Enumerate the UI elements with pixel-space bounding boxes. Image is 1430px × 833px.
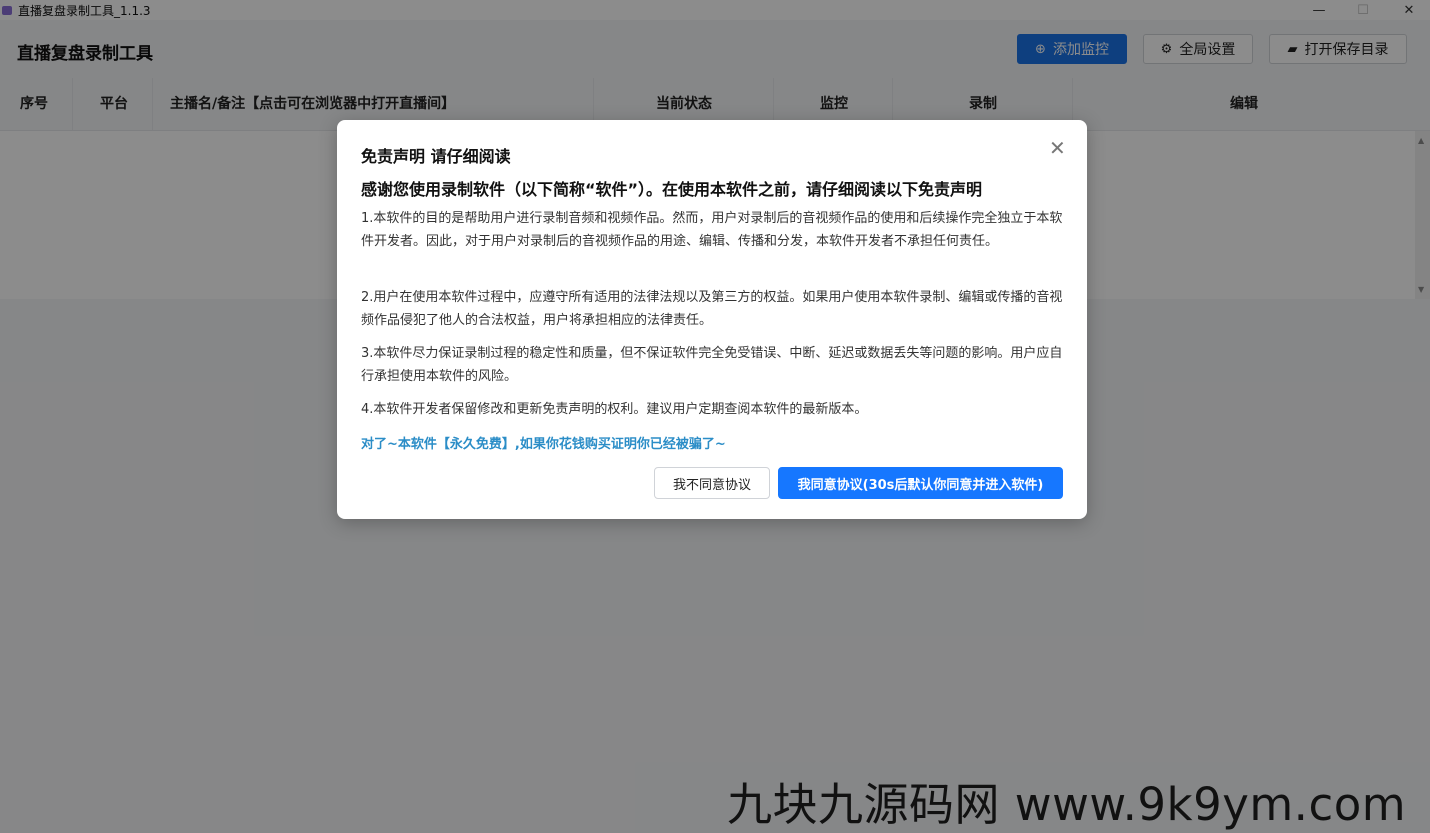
watermark-text: 九块九源码网 www.9k9ym.com: [727, 778, 1407, 831]
free-software-note: 对了~本软件【永久免费】,如果你花钱购买证明你已经被骗了~: [361, 437, 726, 452]
agree-button[interactable]: 我同意协议(30s后默认你同意并进入软件): [778, 467, 1063, 499]
disclaimer-dialog: ✕ 免责声明 请仔细阅读 感谢您使用录制软件（以下简称“软件”）。在使用本软件之…: [337, 120, 1087, 519]
disclaimer-paragraph-2: 2.用户在使用本软件过程中，应遵守所有适用的法律法规以及第三方的权益。如果用户使…: [361, 290, 1063, 328]
disclaimer-paragraph-1: 1.本软件的目的是帮助用户进行录制音频和视频作品。然而，用户对录制后的音视频作品…: [361, 211, 1063, 249]
disclaimer-paragraph-4: 4.本软件开发者保留修改和更新免责声明的权利。建议用户定期查阅本软件的最新版本。: [361, 402, 868, 417]
disagree-button[interactable]: 我不同意协议: [654, 467, 770, 499]
dialog-title: 免责声明 请仔细阅读: [361, 147, 511, 166]
disclaimer-paragraph-3: 3.本软件尽力保证录制过程的稳定性和质量，但不保证软件完全免受错误、中断、延迟或…: [361, 346, 1063, 384]
close-icon[interactable]: ✕: [1049, 138, 1066, 158]
dialog-subtitle: 感谢您使用录制软件（以下简称“软件”）。在使用本软件之前，请仔细阅读以下免责声明: [361, 180, 983, 199]
